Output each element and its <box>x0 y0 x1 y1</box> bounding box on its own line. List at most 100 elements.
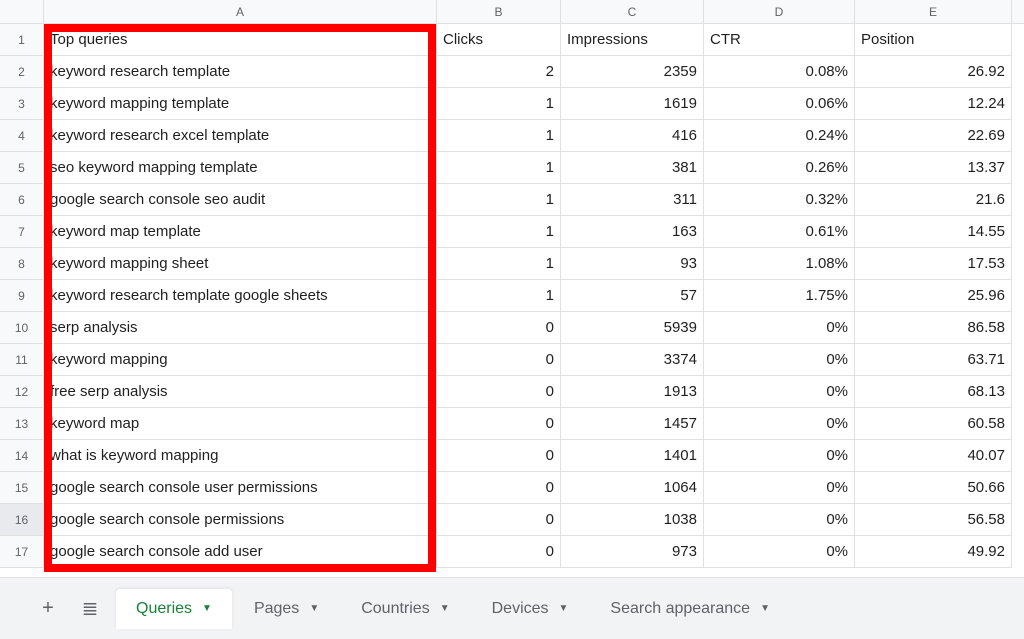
row-header[interactable]: 17 <box>0 536 44 568</box>
cell[interactable]: 26.92 <box>855 56 1012 88</box>
column-header-E[interactable]: E <box>855 0 1012 23</box>
chevron-down-icon[interactable]: ▼ <box>760 603 770 614</box>
cell[interactable]: 416 <box>561 120 704 152</box>
row-header[interactable]: 3 <box>0 88 44 120</box>
cell[interactable]: 56.58 <box>855 504 1012 536</box>
cell[interactable]: 1619 <box>561 88 704 120</box>
cell[interactable]: seo keyword mapping template <box>44 152 437 184</box>
cell[interactable]: free serp analysis <box>44 376 437 408</box>
cell[interactable]: serp analysis <box>44 312 437 344</box>
select-all-corner[interactable] <box>0 0 44 24</box>
row-header[interactable]: 11 <box>0 344 44 376</box>
cell[interactable]: 49.92 <box>855 536 1012 568</box>
all-sheets-button[interactable]: ≣ <box>74 593 106 625</box>
cell[interactable]: 1 <box>437 88 561 120</box>
cell[interactable]: CTR <box>704 24 855 56</box>
cell[interactable]: 0 <box>437 472 561 504</box>
cell[interactable]: 21.6 <box>855 184 1012 216</box>
cell[interactable]: google search console permissions <box>44 504 437 536</box>
column-header-A[interactable]: A <box>44 0 437 23</box>
cell[interactable]: 93 <box>561 248 704 280</box>
row-header[interactable]: 1 <box>0 24 44 56</box>
column-header-D[interactable]: D <box>704 0 855 23</box>
cell[interactable]: 1 <box>437 152 561 184</box>
cell[interactable]: 0 <box>437 536 561 568</box>
cell[interactable]: 1 <box>437 120 561 152</box>
cell[interactable]: 0 <box>437 408 561 440</box>
chevron-down-icon[interactable]: ▼ <box>440 603 450 614</box>
cell[interactable]: 2359 <box>561 56 704 88</box>
row-header[interactable]: 8 <box>0 248 44 280</box>
add-sheet-button[interactable]: + <box>32 593 64 625</box>
cell[interactable]: 0% <box>704 440 855 472</box>
cell[interactable]: keyword mapping <box>44 344 437 376</box>
cell[interactable]: 1064 <box>561 472 704 504</box>
cell[interactable]: 0.26% <box>704 152 855 184</box>
row-header[interactable]: 13 <box>0 408 44 440</box>
cell[interactable]: 0% <box>704 472 855 504</box>
cell[interactable]: 40.07 <box>855 440 1012 472</box>
cell[interactable]: keyword mapping template <box>44 88 437 120</box>
cell[interactable]: 0.24% <box>704 120 855 152</box>
cell[interactable]: 22.69 <box>855 120 1012 152</box>
cell[interactable]: 163 <box>561 216 704 248</box>
cell[interactable]: 0.06% <box>704 88 855 120</box>
sheet-tab-countries[interactable]: Countries▼ <box>341 589 469 629</box>
cell[interactable]: 0.61% <box>704 216 855 248</box>
cell[interactable]: 1401 <box>561 440 704 472</box>
spreadsheet-grid[interactable]: A B C D E 1Top queriesClicksImpressionsC… <box>0 0 1024 577</box>
row-header[interactable]: 7 <box>0 216 44 248</box>
cell[interactable]: 0 <box>437 504 561 536</box>
cell[interactable]: 1 <box>437 184 561 216</box>
cell[interactable]: Clicks <box>437 24 561 56</box>
row-header[interactable]: 4 <box>0 120 44 152</box>
cell[interactable]: 973 <box>561 536 704 568</box>
cell[interactable]: 17.53 <box>855 248 1012 280</box>
sheet-tab-devices[interactable]: Devices▼ <box>472 589 589 629</box>
sheet-tab-search-appearance[interactable]: Search appearance▼ <box>590 589 790 629</box>
column-header-C[interactable]: C <box>561 0 704 23</box>
cell[interactable]: 0% <box>704 312 855 344</box>
cell[interactable]: 68.13 <box>855 376 1012 408</box>
cell[interactable]: 3374 <box>561 344 704 376</box>
cell[interactable]: 1 <box>437 280 561 312</box>
row-header[interactable]: 16 <box>0 504 44 536</box>
cell[interactable]: 14.55 <box>855 216 1012 248</box>
cell[interactable]: 12.24 <box>855 88 1012 120</box>
column-header-B[interactable]: B <box>437 0 561 23</box>
cell[interactable]: keyword map <box>44 408 437 440</box>
cell[interactable]: 2 <box>437 56 561 88</box>
cell[interactable]: keyword mapping sheet <box>44 248 437 280</box>
cell[interactable]: 86.58 <box>855 312 1012 344</box>
cell[interactable]: 0% <box>704 408 855 440</box>
cell[interactable]: keyword map template <box>44 216 437 248</box>
cell[interactable]: 0 <box>437 312 561 344</box>
sheet-tab-pages[interactable]: Pages▼ <box>234 589 339 629</box>
cell[interactable]: 0 <box>437 344 561 376</box>
cell[interactable]: Top queries <box>44 24 437 56</box>
cell[interactable]: keyword research template <box>44 56 437 88</box>
cell[interactable]: 0 <box>437 440 561 472</box>
cell[interactable]: 0.32% <box>704 184 855 216</box>
cell[interactable]: 0% <box>704 344 855 376</box>
cell[interactable]: 60.58 <box>855 408 1012 440</box>
cell[interactable]: 5939 <box>561 312 704 344</box>
cell[interactable]: google search console add user <box>44 536 437 568</box>
row-header[interactable]: 10 <box>0 312 44 344</box>
cell[interactable]: 311 <box>561 184 704 216</box>
cell[interactable]: 1.08% <box>704 248 855 280</box>
chevron-down-icon[interactable]: ▼ <box>202 603 212 614</box>
row-header[interactable]: 5 <box>0 152 44 184</box>
cell[interactable]: 1038 <box>561 504 704 536</box>
cell[interactable]: 1 <box>437 216 561 248</box>
cell[interactable]: Position <box>855 24 1012 56</box>
cell[interactable]: 0% <box>704 504 855 536</box>
cell[interactable]: 1 <box>437 248 561 280</box>
cell[interactable]: what is keyword mapping <box>44 440 437 472</box>
cell[interactable]: google search console seo audit <box>44 184 437 216</box>
cell[interactable]: 0% <box>704 376 855 408</box>
cell[interactable]: 25.96 <box>855 280 1012 312</box>
cell[interactable]: google search console user permissions <box>44 472 437 504</box>
row-header[interactable]: 12 <box>0 376 44 408</box>
cell[interactable]: 57 <box>561 280 704 312</box>
